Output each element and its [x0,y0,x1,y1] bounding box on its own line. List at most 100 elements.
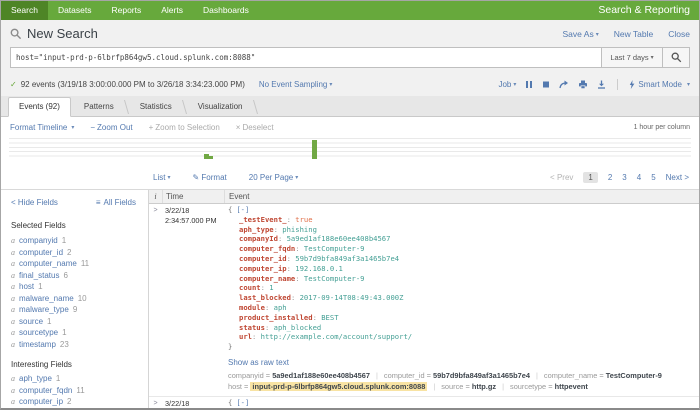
new-table-button[interactable]: New Table [614,29,654,39]
fields-sidebar-header: < Hide Fields ≡All Fields [11,198,148,207]
field-item[interactable]: afinal_status6 [11,270,148,282]
col-info: i [149,192,162,201]
search-submit-button[interactable] [662,48,689,67]
summary-key[interactable]: source [441,382,472,391]
page-4-button[interactable]: 4 [637,173,641,182]
format-timeline-menu[interactable]: Format Timeline▾ [10,123,74,132]
field-item[interactable]: acomputer_ip2 [11,396,148,408]
page-1-button[interactable]: 1 [583,172,597,183]
field-link[interactable]: malware_type [19,305,69,314]
timeline-bar[interactable] [209,156,214,160]
summary-key[interactable]: computer_id [384,371,433,380]
all-fields-button[interactable]: ≡All Fields [96,198,136,207]
summary-key[interactable]: host [228,382,250,391]
collapse-json-button[interactable]: [-] [236,398,249,407]
field-type-icon: a [11,248,15,257]
close-button[interactable]: Close [668,29,690,39]
event-expander-icon[interactable]: > [149,397,162,410]
field-link[interactable]: aph_type [19,374,52,383]
tab-statistics[interactable]: Statistics [127,97,185,116]
job-menu[interactable]: Job▾ [498,80,516,89]
list-view-menu[interactable]: List▾ [153,173,170,182]
export-button[interactable] [597,80,606,89]
timeline-bar[interactable] [312,140,317,159]
show-raw-text-link[interactable]: Show as raw text [228,358,289,367]
zoom-out-button[interactable]: −Zoom Out [90,123,132,132]
field-item[interactable]: amalware_type9 [11,304,148,316]
page-2-button[interactable]: 2 [608,173,612,182]
field-item[interactable]: atimestamp23 [11,339,148,351]
page-5-button[interactable]: 5 [651,173,655,182]
field-item[interactable]: acompanyid1 [11,235,148,247]
search-box: Last 7 days▾ [10,47,690,68]
event-expander-icon[interactable]: > [149,204,162,396]
field-item[interactable]: aaph_type1 [11,373,148,385]
hide-fields-button[interactable]: < Hide Fields [11,198,58,207]
summary-value[interactable]: httpevent [555,382,588,391]
job-status-bar: ✓ 92 events (3/19/18 3:00:00.000 PM to 3… [1,73,699,96]
nav-item-dashboards[interactable]: Dashboards [193,1,259,20]
collapse-json-button[interactable]: [-] [236,205,249,214]
search-mode-selector[interactable]: Smart Mode▾ [629,80,690,89]
field-item[interactable]: amalware_name10 [11,293,148,305]
per-page-menu[interactable]: 20 Per Page▾ [249,173,299,182]
tab-visualization[interactable]: Visualization [185,97,256,116]
field-link[interactable]: computer_id [19,248,63,257]
results-area: < Hide Fields ≡All Fields Selected Field… [1,190,699,410]
field-link[interactable]: sourcetype [19,328,58,337]
prev-page-button[interactable]: < Prev [550,173,573,182]
event-timestamp: 3/22/18 2:34:57.000 PM [162,204,224,396]
tab-events[interactable]: Events (92) [8,97,71,117]
field-item[interactable]: acomputer_id2 [11,247,148,259]
summary-key[interactable]: sourcetype [510,382,555,391]
field-item[interactable]: asource1 [11,316,148,328]
time-range-picker[interactable]: Last 7 days▾ [601,48,662,67]
save-as-button[interactable]: Save As▾ [563,29,599,39]
nav-item-search[interactable]: Search [1,1,48,20]
page-3-button[interactable]: 3 [622,173,626,182]
tab-patterns[interactable]: Patterns [71,97,127,116]
stop-button[interactable] [542,80,550,89]
field-link[interactable]: computer_ip [19,397,63,406]
field-item[interactable]: ahost1 [11,281,148,293]
summary-value[interactable]: 5a9ed1af188e60ee408b4567 [272,371,370,380]
summary-value[interactable]: TestComputer-9 [606,371,662,380]
nav-item-alerts[interactable]: Alerts [151,1,193,20]
summary-value[interactable]: http.gz [472,382,496,391]
field-link[interactable]: host [19,282,34,291]
timeline-histogram[interactable] [9,138,691,160]
summary-value-highlighted[interactable]: input-prd-p-6lbrfp864gw5.cloud.splunk.co… [250,382,427,391]
print-button[interactable] [578,80,588,89]
field-link[interactable]: malware_name [19,294,74,303]
chevron-down-icon: ▾ [513,82,516,88]
field-link[interactable]: computer_fqdn [19,386,72,395]
zoom-to-selection-button[interactable]: +Zoom to Selection [149,123,220,132]
field-item[interactable]: acomputer_fqdn11 [11,385,148,397]
field-link[interactable]: source [19,317,43,326]
summary-key[interactable]: companyid [228,371,272,380]
nav-item-reports[interactable]: Reports [101,1,151,20]
deselect-button[interactable]: ×Deselect [236,123,274,132]
summary-value[interactable]: 59b7d9bfa849af3a1465b7e4 [433,371,530,380]
search-input[interactable] [11,48,601,67]
json-open-line: {[-] [228,205,699,215]
event-field-summary: companyid5a9ed1af188e60ee408b4567|comput… [228,370,699,382]
field-link[interactable]: timestamp [19,340,56,349]
field-item[interactable]: asourcetype1 [11,327,148,339]
next-page-button[interactable]: Next > [666,173,689,182]
json-close-line: } [228,342,699,352]
summary-key[interactable]: computer_name [544,371,606,380]
x-icon: × [236,123,241,132]
pause-button[interactable] [525,80,533,89]
field-link[interactable]: computer_name [19,259,77,268]
nav-item-datasets[interactable]: Datasets [48,1,102,20]
pencil-icon: ✎ [192,173,199,182]
field-link[interactable]: companyid [19,236,58,245]
field-link[interactable]: final_status [19,271,59,280]
event-sampling-menu[interactable]: No Event Sampling▾ [259,80,333,89]
format-results-button[interactable]: ✎ Format [192,173,226,182]
pause-icon [525,80,533,89]
field-count: 1 [47,317,51,326]
field-item[interactable]: acomputer_name11 [11,258,148,270]
share-button[interactable] [559,80,569,89]
